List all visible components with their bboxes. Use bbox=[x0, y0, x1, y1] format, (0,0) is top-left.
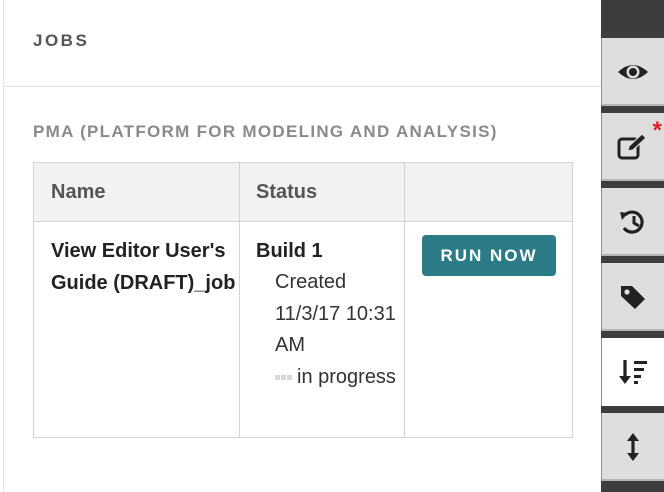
tab-jobs[interactable] bbox=[601, 338, 664, 406]
sort-icon bbox=[619, 360, 647, 384]
panel-header: JOBS bbox=[4, 0, 601, 87]
column-header-status: Status bbox=[256, 181, 318, 203]
right-sidebar: * bbox=[601, 0, 664, 492]
build-label: Build 1 bbox=[256, 240, 323, 262]
tab-tags[interactable] bbox=[601, 263, 664, 331]
jobs-panel: JOBS PMA (PLATFORM FOR MODELING AND ANAL… bbox=[3, 0, 601, 492]
job-name: View Editor User's Guide (DRAFT)_job bbox=[51, 240, 236, 294]
column-divider bbox=[239, 163, 240, 437]
column-divider bbox=[404, 163, 405, 437]
table-header: Name Status bbox=[34, 163, 572, 222]
jobs-page: JOBS PMA (PLATFORM FOR MODELING AND ANAL… bbox=[0, 0, 664, 492]
tab-view[interactable] bbox=[601, 38, 664, 106]
tag-icon bbox=[621, 286, 645, 309]
panel-title: JOBS bbox=[33, 31, 90, 50]
tab-edit[interactable]: * bbox=[601, 113, 664, 181]
eye-icon bbox=[618, 65, 648, 79]
run-now-button[interactable]: RUN NOW bbox=[422, 235, 556, 276]
history-icon bbox=[620, 210, 644, 234]
jobs-table: Name Status View Editor User's Guide (DR… bbox=[33, 162, 573, 438]
column-header-name: Name bbox=[51, 181, 106, 203]
tab-history[interactable] bbox=[601, 188, 664, 256]
edit-icon bbox=[617, 133, 647, 160]
resize-vertical-icon bbox=[627, 433, 639, 461]
progress-spinner-icon bbox=[275, 359, 293, 391]
unsaved-badge: * bbox=[652, 117, 662, 144]
build-created: Created 11/3/17 10:31 AM bbox=[275, 271, 396, 356]
build-status: Created 11/3/17 10:31 AM in progress bbox=[275, 267, 400, 393]
build-progress: in progress bbox=[297, 365, 396, 388]
project-title: PMA (PLATFORM FOR MODELING AND ANALYSIS) bbox=[33, 122, 498, 141]
tab-resize[interactable] bbox=[601, 413, 664, 481]
